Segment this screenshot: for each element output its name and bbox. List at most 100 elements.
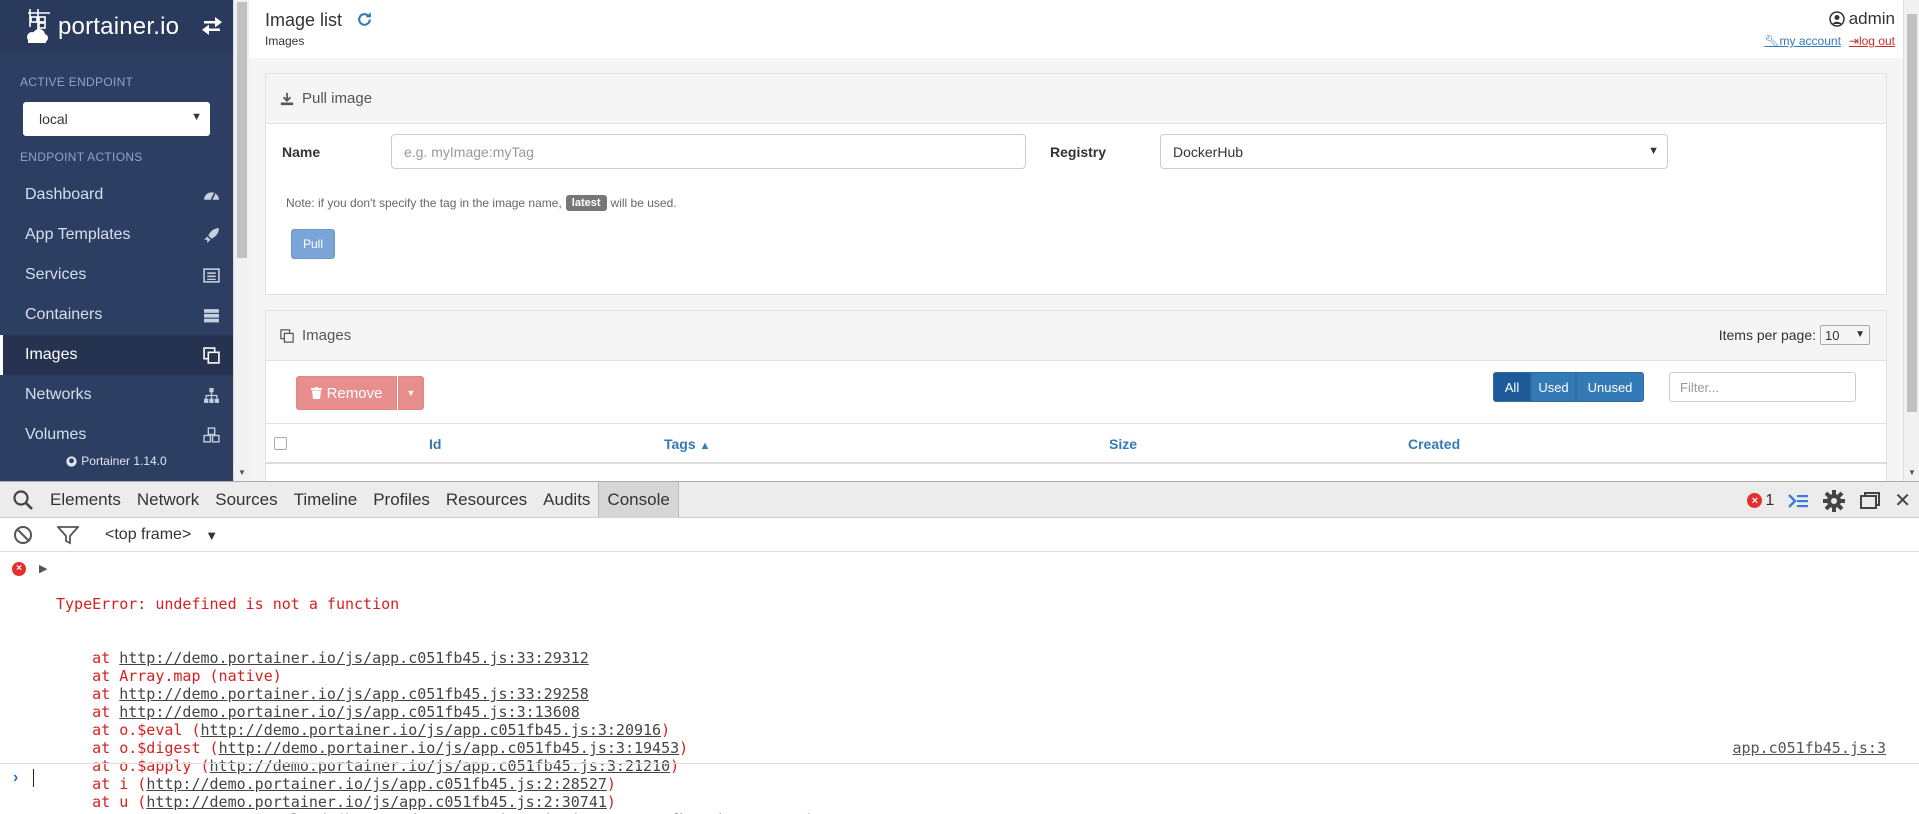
column-header-id[interactable]: Id	[429, 436, 441, 452]
exchange-icon[interactable]	[202, 17, 222, 35]
stack-frame: at o.$eval (http://demo.portainer.io/js/…	[56, 721, 815, 739]
filter-icon[interactable]	[57, 525, 79, 545]
column-header-created[interactable]: Created	[1408, 436, 1460, 452]
frame-selector[interactable]: <top frame> ▼	[105, 526, 218, 544]
stack-frame-prefix: at Array.map (native)	[56, 667, 282, 685]
sidebar-item-images[interactable]: Images	[0, 335, 233, 375]
stack-frame-link[interactable]: http://demo.portainer.io/js/app.c051fb45…	[119, 649, 589, 667]
brand-name: portainer.io	[58, 13, 180, 40]
brand[interactable]: portainer.io	[0, 0, 233, 54]
column-header-tags[interactable]: Tags ▲	[664, 436, 710, 452]
devtools-tab-sources[interactable]: Sources	[207, 482, 285, 518]
caret-down-icon: ▼	[1855, 329, 1865, 340]
filter-unused-button[interactable]: Unused	[1576, 372, 1644, 402]
select-all-checkbox[interactable]	[274, 437, 287, 450]
refresh-icon[interactable]	[356, 11, 373, 28]
list-alt-icon	[203, 267, 220, 283]
sidebar-item-services[interactable]: Services	[0, 255, 233, 295]
scrollbar-thumb[interactable]	[1907, 14, 1917, 412]
stack-frame: at u (http://demo.portainer.io/js/app.c0…	[56, 793, 815, 811]
sidebar-item-containers[interactable]: Containers	[0, 295, 233, 335]
scroll-down-arrow-icon[interactable]: ▼	[1908, 468, 1916, 477]
filter-all-button[interactable]: All	[1493, 372, 1531, 402]
sort-asc-icon: ▲	[699, 440, 711, 452]
image-name-input[interactable]: e.g. myImage:myTag	[391, 134, 1026, 169]
dock-icon[interactable]	[1858, 489, 1882, 513]
console-prompt[interactable]: ›	[0, 763, 1919, 793]
sidebar-item-networks[interactable]: Networks	[0, 375, 233, 415]
column-header-size[interactable]: Size	[1109, 436, 1137, 452]
registry-select-value: DockerHub	[1173, 143, 1244, 160]
user-name: admin	[1764, 9, 1895, 29]
filter-used-button[interactable]: Used	[1531, 372, 1576, 402]
stack-frame-link[interactable]: http://demo.portainer.io/js/app.c051fb45…	[119, 703, 580, 721]
images-panel: Images Items per page: 10 ▼ Remove ▼ All…	[265, 310, 1887, 481]
devtools-tab-timeline[interactable]: Timeline	[286, 482, 366, 518]
sitemap-icon	[204, 387, 219, 403]
console-error-message[interactable]: × ▶ TypeError: undefined is not a functi…	[0, 559, 1919, 814]
images-toolbar: Remove ▼ All Used Unused Filter...	[266, 362, 1886, 424]
scroll-down-arrow-icon[interactable]: ▼	[238, 468, 246, 477]
devtools-tab-resources[interactable]: Resources	[438, 482, 535, 518]
remove-button[interactable]: Remove	[296, 376, 397, 410]
sidebar-item-dashboard[interactable]: Dashboard	[0, 175, 233, 215]
page-title: Image list	[265, 10, 343, 30]
registry-select[interactable]: DockerHub ▼	[1160, 134, 1668, 169]
caret-down-icon: ▼	[205, 527, 219, 543]
images-title: Images	[302, 327, 352, 344]
latest-tag-badge: latest	[565, 195, 607, 211]
sign-out-icon: ⇥	[1848, 34, 1859, 48]
close-icon[interactable]: ✕	[1894, 488, 1911, 513]
sidebar: portainer.io ACTIVE ENDPOINT local ▼ END…	[0, 0, 233, 481]
items-per-page-select[interactable]: 10 ▼	[1820, 325, 1870, 345]
remove-dropdown-toggle[interactable]: ▼	[398, 376, 424, 410]
clear-console-icon[interactable]	[13, 525, 33, 545]
remove-button-label: Remove	[326, 384, 383, 402]
search-icon[interactable]	[12, 489, 34, 511]
clone-icon	[280, 328, 294, 343]
pull-button[interactable]: Pull	[291, 229, 335, 259]
caret-down-icon: ▼	[191, 111, 202, 123]
expand-triangle-icon[interactable]: ▶	[39, 560, 47, 578]
server-icon	[204, 308, 219, 322]
my-account-link[interactable]: 🔧︎my account	[1764, 34, 1841, 48]
error-icon: ×	[1747, 493, 1763, 508]
filter-placeholder: Filter...	[1680, 379, 1720, 395]
pull-image-title: Pull image	[302, 90, 373, 107]
endpoint-select[interactable]: local ▼	[23, 102, 210, 136]
devtools-tab-console[interactable]: Console	[598, 481, 679, 518]
stack-frame-suffix: )	[679, 739, 689, 757]
gear-icon[interactable]	[1822, 489, 1846, 513]
stack-frame: at Array.map (native)	[56, 667, 815, 685]
my-account-text: my account	[1779, 34, 1841, 48]
stack-frame-link[interactable]: http://demo.portainer.io/js/app.c051fb45…	[219, 739, 680, 757]
devtools-tab-audits[interactable]: Audits	[535, 482, 598, 518]
log-out-link[interactable]: ⇥log out	[1849, 34, 1895, 48]
endpoint-select-value: local	[39, 111, 68, 127]
main-scrollbar[interactable]: ▼	[1903, 0, 1919, 481]
stack-frame-prefix: at o.$digest (	[56, 739, 219, 757]
scrollbar-thumb[interactable]	[237, 2, 247, 258]
sidebar-item-app-templates[interactable]: App Templates	[0, 215, 233, 255]
version-footer[interactable]: Portainer 1.14.0	[0, 448, 233, 474]
devtools-tab-profiles[interactable]: Profiles	[365, 482, 438, 518]
source-link[interactable]: app.c051fb45.js:3	[1732, 739, 1886, 757]
error-icon: ×	[12, 562, 26, 576]
sidebar-nav: Dashboard App Templates Services Contain…	[0, 175, 233, 455]
console-drawer-icon[interactable]	[1786, 489, 1810, 513]
stack-frame-link[interactable]: http://demo.portainer.io/js/app.c051fb45…	[146, 793, 607, 811]
devtools-panel: Elements Network Sources Timeline Profil…	[0, 481, 1919, 814]
devtools-tab-network[interactable]: Network	[129, 482, 207, 518]
devtools-tab-elements[interactable]: Elements	[42, 482, 129, 518]
sidebar-item-label: Dashboard	[25, 186, 104, 203]
error-count-badge[interactable]: × 1	[1747, 492, 1774, 510]
username-text: admin	[1848, 9, 1895, 28]
stack-frame-link[interactable]: http://demo.portainer.io/js/app.c051fb45…	[119, 685, 589, 703]
stack-frame: at http://demo.portainer.io/js/app.c051f…	[56, 685, 815, 703]
sidebar-item-label: Services	[25, 266, 87, 283]
github-icon	[66, 455, 77, 467]
stack-frame-link[interactable]: http://demo.portainer.io/js/app.c051fb45…	[201, 721, 662, 739]
sidebar-scrollbar[interactable]: ▼	[233, 0, 249, 481]
filter-input[interactable]: Filter...	[1669, 372, 1856, 402]
wrench-icon: 🔧︎	[1764, 34, 1780, 48]
